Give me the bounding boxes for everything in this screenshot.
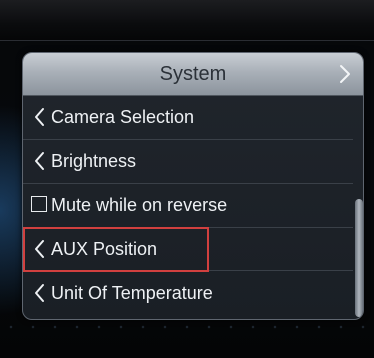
chevron-left-icon bbox=[33, 151, 47, 171]
list-item-label: Camera Selection bbox=[51, 107, 195, 127]
chevron-left-icon bbox=[33, 107, 47, 127]
page-title: System bbox=[159, 63, 227, 85]
list-item-brightness[interactable]: Brightness bbox=[23, 139, 353, 184]
mute-checkbox[interactable] bbox=[31, 196, 47, 212]
list-item-label: AUX Position bbox=[51, 239, 158, 259]
bottom-dot-decoration bbox=[0, 318, 374, 336]
top-status-strip bbox=[0, 0, 374, 41]
chevron-left-icon bbox=[33, 239, 47, 259]
list-item-unit-of-temperature[interactable]: Unit Of Temperature bbox=[23, 271, 353, 315]
list-item-label: Brightness bbox=[51, 151, 137, 171]
scrollbar[interactable] bbox=[355, 199, 363, 317]
list-item-label: Mute while on reverse bbox=[51, 195, 228, 215]
chevron-right-icon[interactable] bbox=[335, 63, 355, 85]
chevron-left-icon bbox=[33, 283, 47, 303]
list-item-mute-while-on-reverse[interactable]: Mute while on reverse bbox=[23, 183, 353, 228]
list-item-aux-position[interactable]: AUX Position bbox=[23, 227, 209, 272]
menu-header: System bbox=[23, 53, 363, 96]
system-menu-panel: System Camera Selection Brightness Mute … bbox=[22, 52, 364, 320]
list-item-label: Unit Of Temperature bbox=[51, 283, 213, 303]
list-item-camera-selection[interactable]: Camera Selection bbox=[23, 95, 353, 140]
